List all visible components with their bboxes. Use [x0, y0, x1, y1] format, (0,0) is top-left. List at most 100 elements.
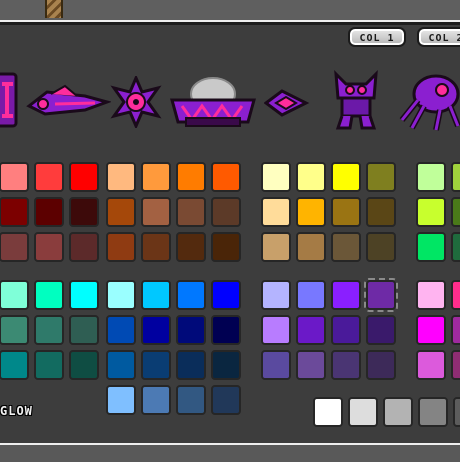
- color-swatch[interactable]: [261, 197, 291, 227]
- hanging-rope: [45, 0, 63, 18]
- color-swatch[interactable]: [0, 162, 29, 192]
- color-swatch[interactable]: [261, 280, 291, 310]
- color-swatch[interactable]: [451, 232, 460, 262]
- color-swatch[interactable]: [176, 197, 206, 227]
- color-swatch[interactable]: [69, 162, 99, 192]
- color-swatch[interactable]: [261, 162, 291, 192]
- color-swatch[interactable]: [141, 232, 171, 262]
- color-swatch[interactable]: [141, 350, 171, 380]
- color-swatch[interactable]: [69, 280, 99, 310]
- color-swatch[interactable]: [0, 280, 29, 310]
- color-swatch[interactable]: [141, 385, 171, 415]
- color-swatch[interactable]: [0, 350, 29, 380]
- color-swatch[interactable]: [69, 197, 99, 227]
- color-swatch[interactable]: [176, 385, 206, 415]
- color-swatch[interactable]: [261, 350, 291, 380]
- color-swatch[interactable]: [211, 315, 241, 345]
- color-swatch[interactable]: [383, 397, 413, 427]
- color-swatch[interactable]: [211, 197, 241, 227]
- color-swatch[interactable]: [34, 232, 64, 262]
- color-swatch[interactable]: [69, 232, 99, 262]
- bottom-bar: [0, 443, 460, 462]
- color-swatch[interactable]: [106, 162, 136, 192]
- color-swatch[interactable]: [106, 280, 136, 310]
- color-swatch[interactable]: [69, 350, 99, 380]
- color-swatch[interactable]: [366, 232, 396, 262]
- color-swatch[interactable]: [296, 197, 326, 227]
- color-swatch[interactable]: [296, 232, 326, 262]
- color-swatch[interactable]: [453, 397, 460, 427]
- color-swatch[interactable]: [451, 197, 460, 227]
- color-swatch[interactable]: [34, 280, 64, 310]
- col2-button[interactable]: COL 2: [417, 27, 460, 47]
- ufo-icon[interactable]: [168, 74, 258, 132]
- color-swatch[interactable]: [416, 232, 446, 262]
- color-swatch[interactable]: [331, 162, 361, 192]
- cube-icon[interactable]: [0, 70, 20, 130]
- color-swatch[interactable]: [106, 315, 136, 345]
- color-swatch[interactable]: [176, 280, 206, 310]
- color-swatch[interactable]: [106, 232, 136, 262]
- color-swatch[interactable]: [331, 350, 361, 380]
- color-swatch[interactable]: [34, 350, 64, 380]
- color-swatch[interactable]: [366, 162, 396, 192]
- color-swatch[interactable]: [416, 315, 446, 345]
- color-swatch[interactable]: [211, 280, 241, 310]
- ship-icon[interactable]: [25, 82, 111, 122]
- color-swatch[interactable]: [348, 397, 378, 427]
- color-swatch[interactable]: [296, 350, 326, 380]
- color-swatch[interactable]: [34, 162, 64, 192]
- color-swatch[interactable]: [261, 315, 291, 345]
- color-swatch[interactable]: [416, 350, 446, 380]
- color-swatch[interactable]: [106, 350, 136, 380]
- color-swatch[interactable]: [141, 197, 171, 227]
- color-swatch[interactable]: [176, 162, 206, 192]
- color-swatch[interactable]: [451, 315, 460, 345]
- color-swatch[interactable]: [366, 350, 396, 380]
- color-swatch[interactable]: [176, 350, 206, 380]
- color-swatch[interactable]: [451, 350, 460, 380]
- color-swatch[interactable]: [141, 280, 171, 310]
- color-swatch[interactable]: [416, 197, 446, 227]
- color-swatch[interactable]: [211, 232, 241, 262]
- color-swatch[interactable]: [451, 162, 460, 192]
- color-swatch[interactable]: [69, 315, 99, 345]
- color-swatch[interactable]: [331, 280, 361, 310]
- color-swatch[interactable]: [331, 315, 361, 345]
- color-swatch[interactable]: [141, 162, 171, 192]
- robot-icon[interactable]: [328, 68, 384, 132]
- color-swatch[interactable]: [0, 197, 29, 227]
- color-swatch[interactable]: [366, 315, 396, 345]
- color-swatch[interactable]: [331, 232, 361, 262]
- color-swatch[interactable]: [296, 315, 326, 345]
- color-swatch[interactable]: [0, 232, 29, 262]
- color-swatch[interactable]: [296, 162, 326, 192]
- color-swatch[interactable]: [313, 397, 343, 427]
- color-swatch[interactable]: [366, 197, 396, 227]
- color-swatch[interactable]: [176, 315, 206, 345]
- wave-icon[interactable]: [264, 88, 310, 118]
- glow-label: GLOW: [0, 404, 33, 418]
- color-swatch[interactable]: [416, 162, 446, 192]
- spider-icon[interactable]: [396, 70, 460, 132]
- color-swatch[interactable]: [451, 280, 460, 310]
- color-swatch[interactable]: [211, 385, 241, 415]
- color-swatch[interactable]: [106, 197, 136, 227]
- color-swatch[interactable]: [331, 197, 361, 227]
- color-swatch[interactable]: [418, 397, 448, 427]
- color-swatch[interactable]: [261, 232, 291, 262]
- icon-preview-row: [0, 62, 460, 136]
- color-swatch[interactable]: [141, 315, 171, 345]
- color-swatch[interactable]: [176, 232, 206, 262]
- color-swatch[interactable]: [364, 278, 398, 312]
- color-swatch[interactable]: [0, 315, 29, 345]
- color-swatch[interactable]: [34, 315, 64, 345]
- color-swatch[interactable]: [34, 197, 64, 227]
- col1-button[interactable]: COL 1: [348, 27, 406, 47]
- color-swatch[interactable]: [416, 280, 446, 310]
- ball-icon[interactable]: [110, 76, 162, 128]
- color-swatch[interactable]: [106, 385, 136, 415]
- color-swatch[interactable]: [211, 350, 241, 380]
- color-swatch[interactable]: [211, 162, 241, 192]
- color-swatch[interactable]: [296, 280, 326, 310]
